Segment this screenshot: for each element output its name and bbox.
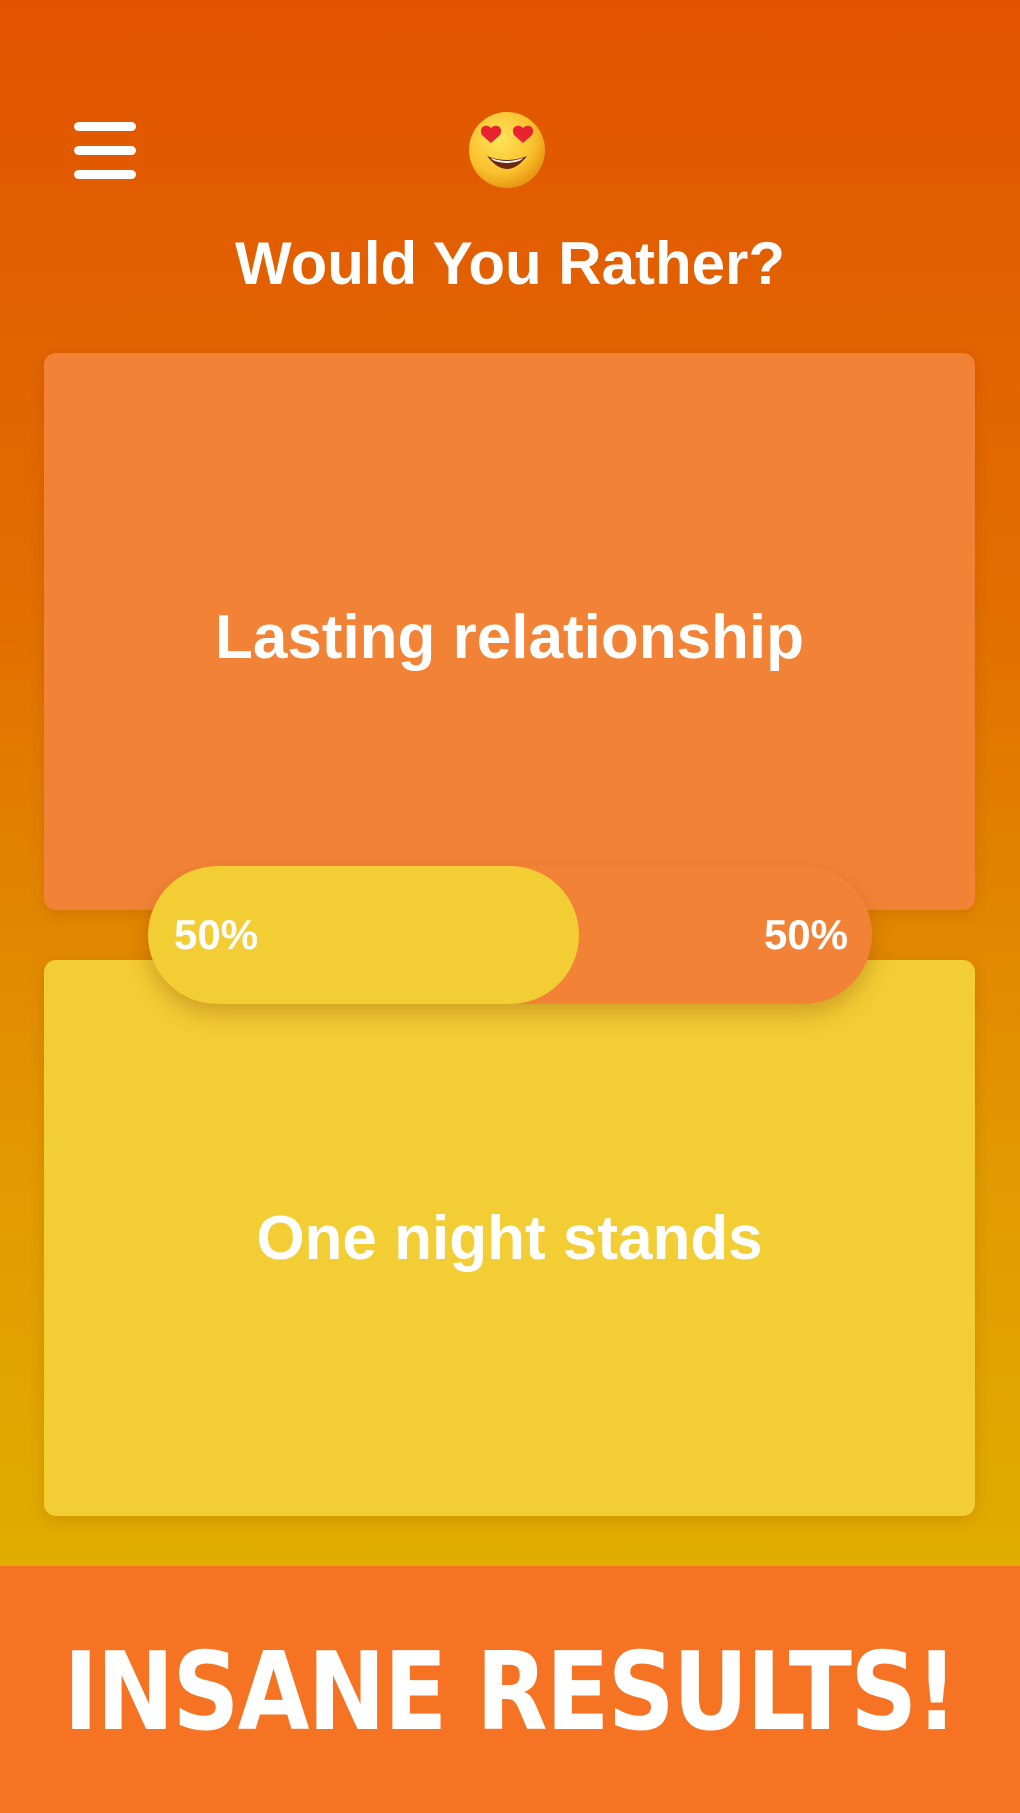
percent-label-bottom-option: 50% — [174, 911, 259, 958]
option-card-bottom[interactable]: One night stands — [44, 960, 975, 1516]
banner-text: INSANE RESULTS! — [63, 1630, 958, 1755]
menu-button[interactable] — [74, 122, 136, 180]
percent-label-top-option: 50% — [763, 911, 848, 958]
option-card-top[interactable]: Lasting relationship — [44, 353, 975, 910]
heart-eyes-emoji-icon — [467, 110, 547, 190]
option-label-top: Lasting relationship — [214, 603, 805, 672]
page-title: Would You Rather? — [235, 230, 785, 297]
option-label-bottom: One night stands — [256, 1203, 763, 1273]
results-banner[interactable]: INSANE RESULTS! — [0, 1566, 1020, 1813]
result-bar: 50% 50% — [148, 866, 872, 1004]
